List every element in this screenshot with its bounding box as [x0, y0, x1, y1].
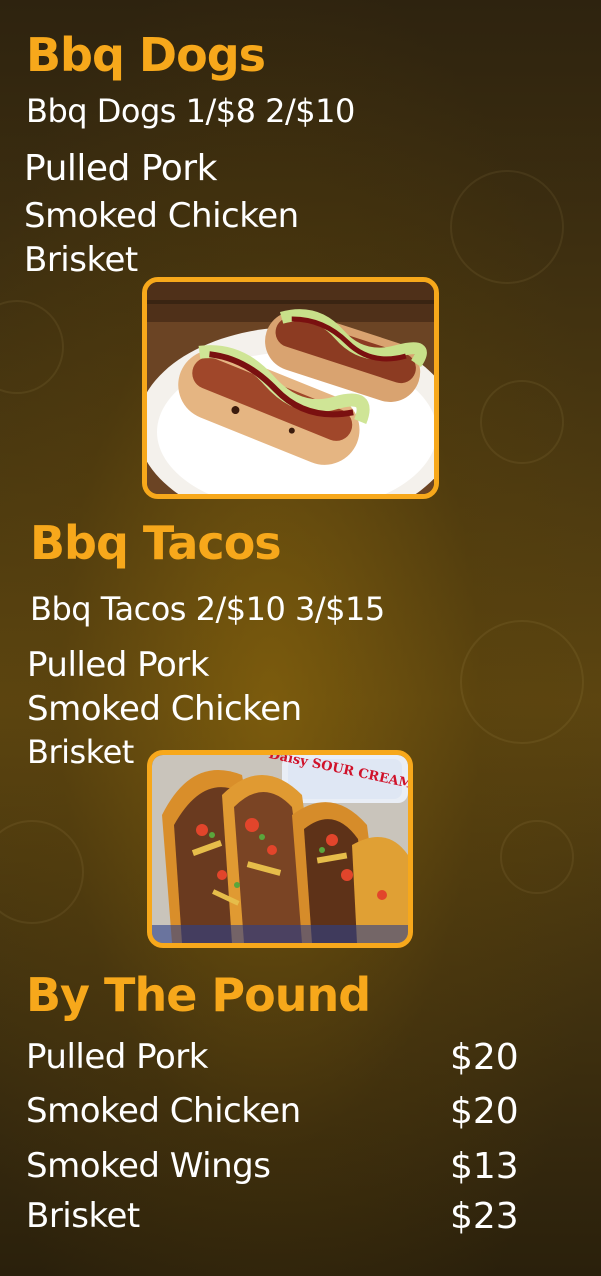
background-doodle: [0, 300, 64, 394]
background-doodle: [460, 620, 584, 744]
pound-item-price: $23: [450, 1196, 519, 1237]
tacos-image: Daisy SOUR CREAM: [152, 755, 408, 943]
pound-item-name: Smoked Wings: [26, 1146, 271, 1186]
pound-item-price: $20: [450, 1037, 519, 1078]
background-doodle: [480, 380, 564, 464]
bbq-tacos-title: Bbq Tacos: [30, 516, 282, 570]
pound-item-name: Pulled Pork: [26, 1037, 208, 1077]
pound-item-price: $20: [450, 1091, 519, 1132]
by-the-pound-title: By The Pound: [26, 968, 371, 1022]
background-doodle: [0, 820, 84, 924]
bbq-dogs-option: Pulled Pork: [24, 148, 217, 189]
bbq-tacos-photo: Daisy SOUR CREAM: [147, 750, 413, 948]
pound-item-name: Smoked Chicken: [26, 1091, 301, 1131]
bbq-dogs-title: Bbq Dogs: [26, 28, 266, 82]
bbq-tacos-option: Smoked Chicken: [27, 689, 302, 729]
pound-item-name: Brisket: [26, 1196, 140, 1236]
bbq-dogs-option: Smoked Chicken: [24, 196, 299, 236]
bbq-tacos-option: Pulled Pork: [27, 645, 209, 685]
bbq-tacos-option: Brisket: [27, 733, 134, 771]
bbq-dogs-photo: [142, 277, 439, 499]
bbq-dogs-pricing: Bbq Dogs 1/$8 2/$10: [26, 92, 355, 130]
hot-dogs-image: [147, 282, 434, 494]
background-doodle: [450, 170, 564, 284]
pound-item-price: $13: [450, 1146, 519, 1187]
background-doodle: [500, 820, 574, 894]
bbq-tacos-pricing: Bbq Tacos 2/$10 3/$15: [30, 590, 385, 628]
bbq-dogs-option: Brisket: [24, 240, 138, 280]
